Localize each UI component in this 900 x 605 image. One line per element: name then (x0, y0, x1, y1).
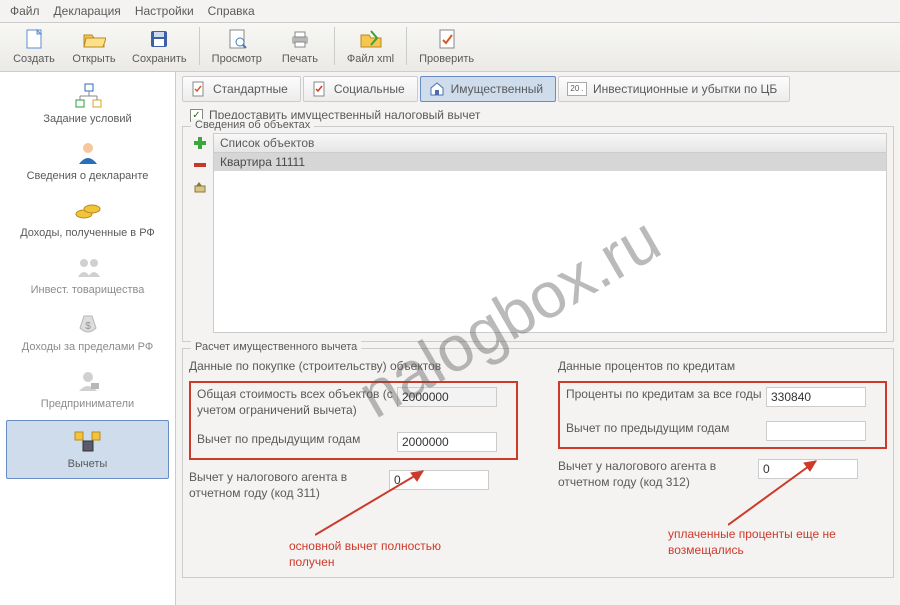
folder-open-icon (82, 27, 106, 51)
house-icon (429, 81, 445, 97)
deduction-tabs: Стандартные Социальные Имущественный 20 … (182, 76, 894, 102)
check-button[interactable]: Проверить (411, 25, 482, 67)
save-button[interactable]: Сохранить (124, 25, 195, 67)
menu-settings[interactable]: Настройки (135, 4, 194, 18)
preview-button[interactable]: Просмотр (204, 25, 270, 67)
moneybag-icon: $ (77, 310, 99, 338)
content: Стандартные Социальные Имущественный 20 … (176, 72, 900, 605)
annotation-arrow-icon (315, 465, 435, 545)
total-cost-input: 2000000 (397, 387, 497, 407)
document-check-icon (191, 81, 207, 97)
interest-input[interactable]: 330840 (766, 387, 866, 407)
toolbar-separator (199, 27, 200, 65)
sidebar-item-declarant[interactable]: Сведения о декларанте (0, 133, 175, 190)
person-icon (75, 139, 101, 167)
tab-standard[interactable]: Стандартные (182, 76, 301, 102)
purchase-column: Данные по покупке (строительству) объект… (189, 355, 518, 515)
sidebar-item-label: Инвест. товарищества (31, 284, 145, 296)
menu-file[interactable]: Файл (10, 4, 40, 18)
create-button[interactable]: Создать (4, 25, 64, 67)
objects-toolbar (189, 133, 213, 333)
credits-column: Данные процентов по кредитам Проценты по… (558, 355, 887, 515)
remove-icon[interactable] (191, 157, 209, 173)
sidebar-item-invest[interactable]: Инвест. товарищества (0, 247, 175, 304)
preview-label: Просмотр (212, 53, 262, 65)
add-icon[interactable] (191, 135, 209, 151)
check-label: Проверить (419, 53, 474, 65)
preview-icon (225, 27, 249, 51)
group-title: Расчет имущественного вычета (191, 341, 361, 353)
menubar: Файл Декларация Настройки Справка (0, 0, 900, 23)
save-icon (147, 27, 171, 51)
prev-years-input[interactable]: 2000000 (397, 432, 497, 452)
sidebar-item-income-rf[interactable]: Доходы, полученные в РФ (0, 190, 175, 247)
purchase-title: Данные по покупке (строительству) объект… (189, 359, 518, 373)
toolbar: Создать Открыть Сохранить Просмотр Печат… (0, 23, 900, 72)
prev-years-label: Вычет по предыдущим годам (197, 432, 397, 448)
tab-label: Имущественный (451, 82, 543, 96)
new-file-icon (22, 27, 46, 51)
calc-groupbox: Расчет имущественного вычета Данные по п… (182, 348, 894, 578)
open-label: Открыть (72, 53, 115, 65)
toolbar-separator (406, 27, 407, 65)
objects-groupbox: Сведения об объектах Список объектов (182, 126, 894, 342)
tab-property[interactable]: Имущественный (420, 76, 556, 102)
group-title: Сведения об объектах (191, 119, 314, 131)
credits-title: Данные процентов по кредитам (558, 359, 887, 373)
tree-icon (73, 82, 103, 110)
total-cost-label: Общая стоимость всех объектов (с учетом … (197, 387, 397, 418)
sidebar-item-deductions[interactable]: Вычеты (6, 420, 169, 479)
menu-declaration[interactable]: Декларация (54, 4, 121, 18)
deduction-icon (72, 427, 104, 455)
sidebar-item-conditions[interactable]: Задание условий (0, 76, 175, 133)
annotation-arrow-icon (728, 455, 828, 535)
svg-text:$: $ (85, 321, 91, 332)
sidebar-item-label: Доходы за пределами РФ (22, 341, 153, 353)
sidebar-item-label: Предприниматели (41, 398, 134, 410)
credit-prev-years-input[interactable] (766, 421, 866, 441)
sidebar: Задание условий Сведения о декларанте До… (0, 72, 176, 605)
interest-label: Проценты по кредитам за все годы (566, 387, 766, 403)
sidebar-item-label: Доходы, полученные в РФ (20, 227, 155, 239)
coins-icon (74, 196, 102, 224)
annotation-main-done: основной вычет полностью получен (289, 539, 489, 570)
tab-label: Стандартные (213, 82, 288, 96)
partners-icon (74, 253, 102, 281)
xml-file-icon (359, 27, 383, 51)
save-label: Сохранить (132, 53, 187, 65)
edit-icon[interactable] (191, 179, 209, 195)
open-button[interactable]: Открыть (64, 25, 124, 67)
filexml-button[interactable]: Файл xml (339, 25, 402, 67)
list-item[interactable]: Квартира 11111 (214, 153, 886, 171)
objects-list[interactable]: Список объектов Квартира 11111 (213, 133, 887, 333)
sidebar-item-label: Вычеты (68, 458, 108, 470)
menu-help[interactable]: Справка (208, 4, 255, 18)
tab-label: Социальные (334, 82, 405, 96)
print-button[interactable]: Печать (270, 25, 330, 67)
invest-badge-icon: 20 . (567, 82, 587, 96)
check-doc-icon (435, 27, 459, 51)
sidebar-item-income-foreign[interactable]: $ Доходы за пределами РФ (0, 304, 175, 361)
printer-icon (288, 27, 312, 51)
credit-prev-years-label: Вычет по предыдущим годам (566, 421, 766, 437)
entrepreneur-icon (75, 367, 101, 395)
sidebar-item-label: Сведения о декларанте (27, 170, 149, 182)
sidebar-item-label: Задание условий (43, 113, 131, 125)
objects-list-header: Список объектов (214, 134, 886, 153)
toolbar-separator (334, 27, 335, 65)
print-label: Печать (282, 53, 318, 65)
document-check-red-icon (312, 81, 328, 97)
create-label: Создать (13, 53, 55, 65)
annotation-interest-not: уплаченные проценты еще не возмещались (668, 527, 878, 558)
sidebar-item-entrepreneur[interactable]: Предприниматели (0, 361, 175, 418)
tab-invest[interactable]: 20 . Инвестиционные и убытки по ЦБ (558, 76, 790, 102)
tab-label: Инвестиционные и убытки по ЦБ (593, 82, 777, 96)
tab-social[interactable]: Социальные (303, 76, 418, 102)
filexml-label: Файл xml (347, 53, 394, 65)
